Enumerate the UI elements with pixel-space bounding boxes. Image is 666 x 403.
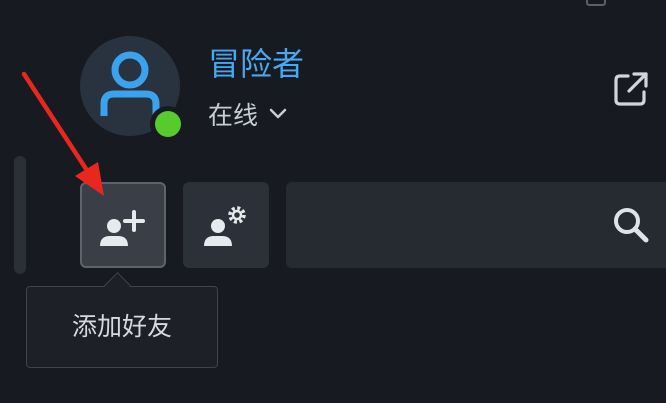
add-friend-tooltip: 添加好友 <box>26 286 218 368</box>
online-status-dot <box>155 111 181 137</box>
friend-settings-button[interactable] <box>183 182 269 268</box>
status-dropdown[interactable]: 在线 <box>208 96 288 132</box>
user-gear-icon <box>204 206 246 246</box>
chevron-down-icon <box>269 108 287 119</box>
username: 冒险者 <box>208 45 305 83</box>
window-corner-icon <box>586 0 606 6</box>
online-status-indicator <box>150 106 186 142</box>
status-label: 在线 <box>208 101 259 130</box>
friends-panel: 冒险者 在线 添加好友 <box>0 0 666 403</box>
scrollbar[interactable] <box>14 156 26 274</box>
user-plus-icon <box>100 210 145 246</box>
add-friend-button[interactable] <box>80 182 166 268</box>
friend-search-box <box>286 182 666 268</box>
search-input[interactable] <box>300 202 594 250</box>
search-icon[interactable] <box>608 202 654 248</box>
external-link-icon[interactable] <box>612 70 650 108</box>
